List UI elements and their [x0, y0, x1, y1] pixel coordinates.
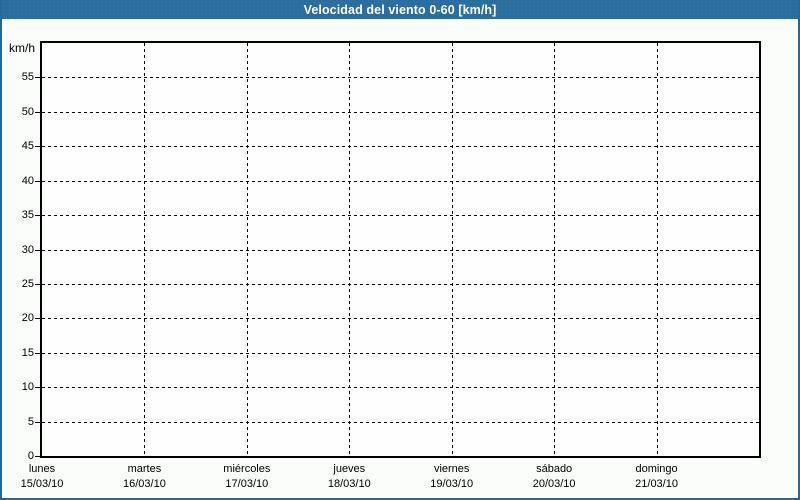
y-axis-tick [35, 180, 40, 182]
x-axis-category-label: miércoles 17/03/10 [223, 462, 270, 492]
y-axis-tick-label: 0 [27, 450, 34, 462]
x-axis-date: 15/03/10 [20, 478, 64, 490]
y-gridline [42, 180, 759, 182]
x-axis-category-label: domingo 21/03/10 [635, 462, 678, 492]
y-axis-tick-label: 40 [21, 174, 34, 187]
x-axis-day-name: viernes [433, 463, 470, 475]
x-gridline [144, 43, 146, 456]
x-axis-category-label: lunes 15/03/10 [21, 462, 64, 492]
x-axis-category-label: jueves 18/03/10 [328, 462, 371, 492]
y-gridline [42, 215, 759, 217]
x-axis-day-name: jueves [333, 463, 366, 475]
y-gridline [42, 77, 759, 79]
x-axis-day-name: sábado [536, 463, 573, 475]
y-axis-tick-label: 30 [21, 243, 34, 256]
y-axis-tick [35, 77, 40, 79]
x-axis-category-label: viernes 19/03/10 [430, 462, 473, 492]
y-gridline [42, 387, 759, 389]
y-gridline [42, 249, 759, 251]
x-gridline [554, 43, 556, 456]
y-axis-tick-label: 35 [21, 209, 34, 222]
chart-title-bar: Velocidad del viento 0-60 [km/h] [2, 0, 798, 19]
y-axis-tick [35, 421, 40, 423]
y-axis-unit-label: km/h [8, 41, 35, 55]
plot-area: km/h 0 5 10 15 20 25 30 35 40 45 50 55 lunes 15/03/10… [9, 41, 761, 490]
y-gridline [42, 146, 759, 148]
y-axis-tick [35, 249, 40, 251]
x-gridline [656, 43, 658, 456]
x-axis-day-name: domingo [635, 463, 678, 475]
y-axis-tick-label: 25 [21, 277, 34, 290]
y-axis-tick-label: 45 [21, 140, 34, 153]
y-gridline [42, 111, 759, 113]
chart-title: Velocidad del viento 0-60 [km/h] [303, 3, 497, 17]
y-axis-tick [35, 318, 40, 320]
x-axis-date: 19/03/10 [430, 478, 474, 490]
x-axis-date: 16/03/10 [123, 478, 166, 490]
x-axis-date: 18/03/10 [327, 478, 371, 490]
x-gridline [349, 43, 351, 456]
y-axis-tick [35, 456, 40, 457]
y-axis-tick [35, 283, 40, 285]
y-axis-tick-label: 15 [21, 346, 34, 359]
x-axis-day-name: lunes [28, 463, 56, 475]
y-axis-tick-label: 55 [21, 71, 34, 84]
x-axis-date: 20/03/10 [532, 478, 576, 490]
y-gridline [42, 352, 759, 354]
y-gridline [42, 283, 759, 285]
x-axis-date: 21/03/10 [635, 478, 678, 490]
x-axis-category-label: sábado 20/03/10 [533, 462, 576, 492]
y-axis-tick [35, 146, 40, 148]
y-axis-tick [35, 352, 40, 354]
x-axis-date: 17/03/10 [225, 478, 269, 490]
y-axis-tick-label: 10 [21, 381, 34, 394]
y-gridline [42, 318, 759, 320]
x-gridline [246, 43, 248, 456]
x-gridline [451, 43, 453, 456]
y-axis-tick [35, 215, 40, 217]
chart-window: Velocidad del viento 0-60 [km/h] km/h 0 5… [0, 0, 800, 500]
y-axis-tick-label: 20 [21, 312, 34, 325]
x-axis-category-label: martes 16/03/10 [123, 462, 166, 492]
y-axis-tick-label: 50 [21, 105, 34, 118]
y-axis-tick [35, 387, 40, 389]
x-axis-day-name: miércoles [223, 463, 271, 475]
y-gridline [42, 421, 759, 423]
x-axis-day-name: martes [127, 463, 162, 475]
y-axis-tick [35, 111, 40, 113]
y-axis-tick-label: 5 [27, 415, 34, 428]
